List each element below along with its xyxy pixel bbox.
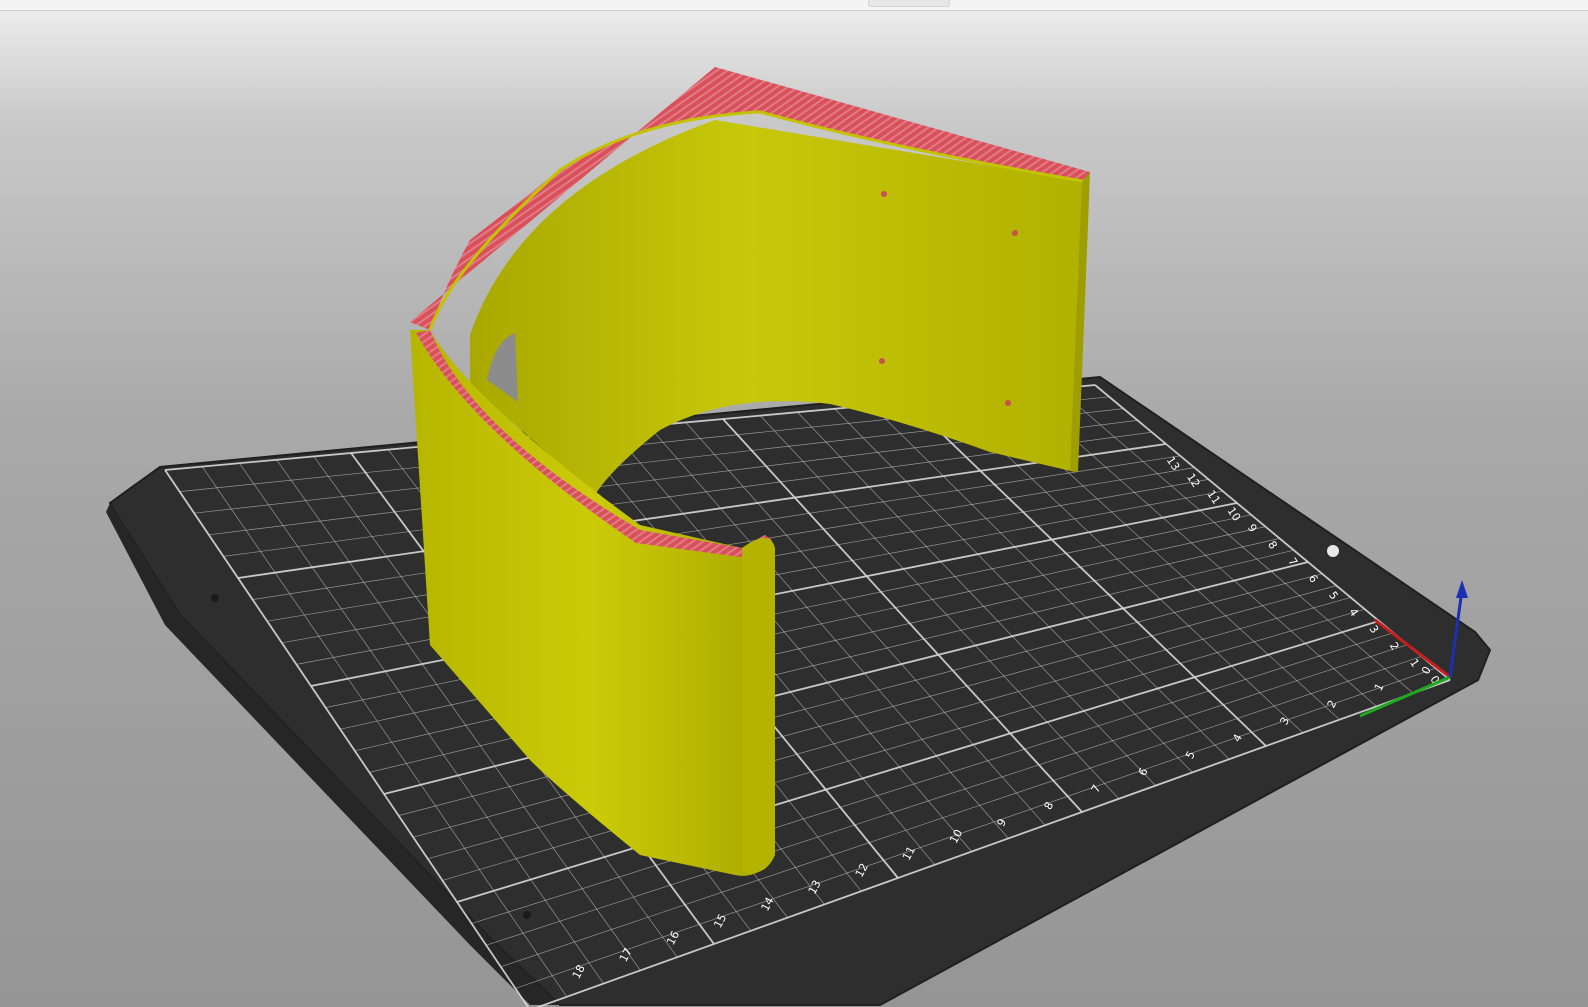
bed-plate bbox=[108, 375, 1492, 1006]
3d-viewport[interactable]: 0 1 2 3 4 5 6 7 8 9 10 11 12 13 0 1 2 3 4 5 6 7 8 9 10 11 12 13 14 15… bbox=[0, 0, 1588, 1007]
screw-hole-icon bbox=[1012, 230, 1018, 236]
screw-hole-icon bbox=[879, 358, 885, 364]
bed-mount-hole-icon bbox=[1327, 545, 1339, 557]
screw-hole-icon bbox=[1005, 400, 1011, 406]
bed-mount-hole-icon bbox=[211, 594, 219, 602]
bed-mount-hole-icon bbox=[523, 911, 531, 919]
print-bed: 0123456789101112130123456789101112131415… bbox=[106, 375, 1492, 1007]
scene-canvas[interactable]: 0123456789101112130123456789101112131415… bbox=[0, 0, 1588, 1007]
part-end-cap bbox=[742, 538, 775, 874]
screw-hole-icon bbox=[881, 191, 887, 197]
